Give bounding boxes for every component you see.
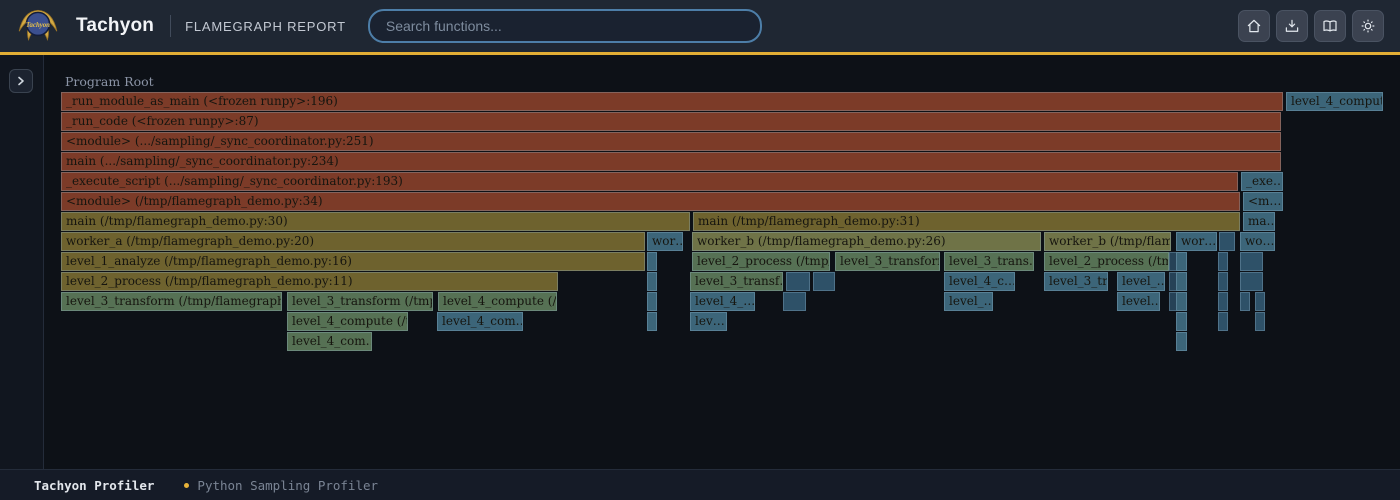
flame-bar[interactable]: wo… (1240, 232, 1275, 251)
docs-button[interactable] (1314, 10, 1346, 42)
flame-bar[interactable]: level… (1117, 292, 1160, 311)
flame-bar[interactable]: wor… (1176, 232, 1217, 251)
flame-bar-fragment[interactable] (1255, 292, 1265, 311)
flame-bar-fragment[interactable] (1176, 252, 1187, 271)
flame-root-frame[interactable]: Program Root (65, 72, 154, 92)
header-divider (170, 15, 171, 37)
flame-bar[interactable]: ma… (1243, 212, 1275, 231)
flame-bar-fragment[interactable] (1255, 312, 1265, 331)
sidebar (0, 55, 44, 470)
chevron-right-icon (16, 76, 26, 86)
flame-bar-fragment[interactable] (647, 272, 657, 291)
flame-bar[interactable]: level_2_process (/tm… (1044, 252, 1169, 271)
flame-bar-fragment[interactable] (1240, 252, 1263, 271)
flame-bar[interactable]: level_4_compute (/t… (287, 312, 408, 331)
flame-bar-fragment[interactable] (1218, 292, 1228, 311)
flame-bar-fragment[interactable] (1218, 252, 1228, 271)
search-input[interactable] (368, 9, 762, 43)
flame-bar-fragment[interactable] (1219, 232, 1235, 251)
flame-bar[interactable]: level_4_… (690, 292, 755, 311)
flame-bar-fragment[interactable] (1218, 312, 1228, 331)
flame-bar[interactable]: level_3_transf… (690, 272, 783, 291)
flame-bar[interactable]: level_4_c… (944, 272, 1015, 291)
download-icon (1283, 17, 1301, 35)
flame-bar[interactable]: <module> (/tmp/flamegraph_demo.py:34) (61, 192, 1240, 211)
home-button[interactable] (1238, 10, 1270, 42)
header-actions (1238, 10, 1384, 42)
flame-bar[interactable]: level_… (1117, 272, 1165, 291)
sun-icon (1359, 17, 1377, 35)
flame-bar[interactable]: main (/tmp/flamegraph_demo.py:30) (61, 212, 690, 231)
status-bar: Tachyon Profiler Python Sampling Profile… (0, 469, 1400, 500)
svg-text:Tachyon: Tachyon (26, 22, 50, 29)
flame-bar[interactable]: _run_code (<frozen runpy>:87) (61, 112, 1281, 131)
flame-bar-fragment[interactable] (1176, 292, 1187, 311)
flame-bar[interactable]: <m… (1243, 192, 1283, 211)
flame-bar[interactable]: main (.../sampling/_sync_coordinator.py:… (61, 152, 1281, 171)
flame-bar[interactable]: level_1_analyze (/tmp/flamegraph_demo.py… (61, 252, 645, 271)
flame-bar-fragment[interactable] (1176, 332, 1187, 351)
app-title: Tachyon (76, 15, 154, 37)
flame-bar[interactable]: level_3_transform (/tmp/flamegraph_dem… (61, 292, 282, 311)
flame-bar-fragment[interactable] (813, 272, 835, 291)
flame-bar-fragment[interactable] (786, 272, 810, 291)
sidebar-expand-button[interactable] (9, 69, 33, 93)
flame-bar[interactable]: level_4_compute (/t… (438, 292, 557, 311)
flame-bar[interactable]: _execute_script (.../sampling/_sync_coor… (61, 172, 1238, 191)
tachyon-logo-icon: Tachyon (16, 4, 60, 48)
flame-bar[interactable]: level_2_process (/tmp/flamegraph_demo.py… (61, 272, 558, 291)
status-app-name: Tachyon Profiler (34, 478, 154, 493)
flame-bar-fragment[interactable] (1218, 272, 1228, 291)
flame-bar-fragment[interactable] (1176, 312, 1187, 331)
theme-toggle-button[interactable] (1352, 10, 1384, 42)
flame-bar[interactable]: _run_module_as_main (<frozen runpy>:196) (61, 92, 1283, 111)
flame-bar[interactable]: level_3_transform (/tmp/fl… (287, 292, 433, 311)
flame-bar-fragment[interactable] (647, 252, 657, 271)
flame-bar[interactable]: worker_b (/tmp/flame… (1044, 232, 1171, 251)
flamegraph-panel: Program Root _run_module_as_main (<froze… (44, 55, 1400, 470)
download-button[interactable] (1276, 10, 1308, 42)
flame-bar-fragment[interactable] (783, 292, 806, 311)
app-window: Tachyon Tachyon FLAMEGRAPH REPORT (0, 0, 1400, 500)
flame-bar[interactable]: level_3_transform… (835, 252, 940, 271)
flame-bar[interactable]: <module> (.../sampling/_sync_coordinator… (61, 132, 1281, 151)
flame-bar[interactable]: main (/tmp/flamegraph_demo.py:31) (693, 212, 1240, 231)
flame-bar-fragment[interactable] (1240, 272, 1263, 291)
flame-bar[interactable]: worker_b (/tmp/flamegraph_demo.py:26) (692, 232, 1041, 251)
flame-bar[interactable]: wor… (647, 232, 683, 251)
flame-bar[interactable]: worker_a (/tmp/flamegraph_demo.py:20) (61, 232, 645, 251)
status-dot-icon (184, 483, 189, 488)
header: Tachyon Tachyon FLAMEGRAPH REPORT (0, 0, 1400, 55)
flame-bar-fragment[interactable] (1176, 272, 1187, 291)
flame-bar-fragment[interactable] (1240, 292, 1250, 311)
report-type-label: FLAMEGRAPH REPORT (185, 19, 346, 34)
flame-bar[interactable]: level_2_process (/tmp/fla… (692, 252, 830, 271)
flamegraph-canvas: Program Root _run_module_as_main (<froze… (61, 72, 1391, 372)
flame-bar[interactable]: level_3_trans… (944, 252, 1034, 271)
flame-bar[interactable]: level_3_tr… (1044, 272, 1108, 291)
flame-bar[interactable]: _exe… (1241, 172, 1283, 191)
flame-bar[interactable]: lev… (690, 312, 727, 331)
flame-bar[interactable]: level_4_comput… (1286, 92, 1383, 111)
status-subtitle: Python Sampling Profiler (197, 478, 378, 493)
home-icon (1245, 17, 1263, 35)
flame-bar-fragment[interactable] (647, 292, 657, 311)
flame-bar[interactable]: level_4_com… (287, 332, 372, 351)
flame-bar[interactable]: level_… (944, 292, 993, 311)
flame-bar[interactable]: level_4_com… (437, 312, 523, 331)
flame-bar-fragment[interactable] (647, 312, 657, 331)
book-icon (1321, 17, 1339, 35)
